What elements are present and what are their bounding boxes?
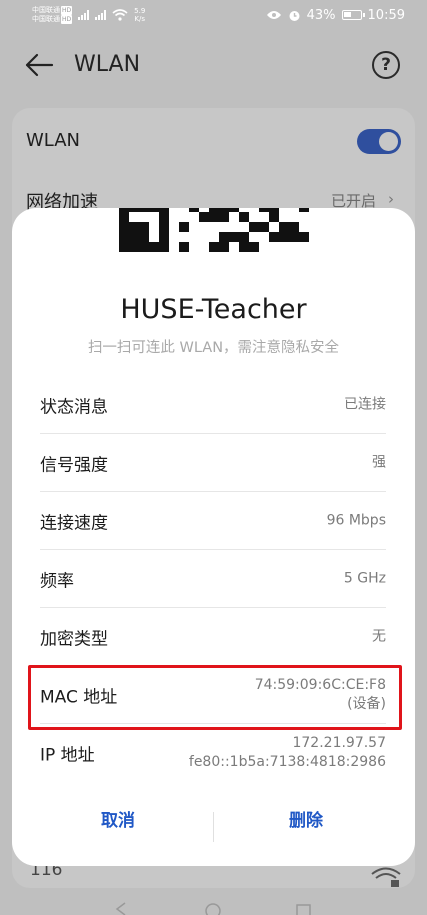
wlan-toggle[interactable] bbox=[357, 129, 401, 154]
nav-back-icon[interactable] bbox=[115, 902, 126, 915]
page-title: WLAN bbox=[74, 52, 141, 77]
battery-percent: 43% bbox=[306, 7, 336, 23]
qr-code-pattern bbox=[119, 208, 309, 252]
carrier-1: 中国联通 bbox=[32, 6, 60, 14]
chevron-right-icon: › bbox=[388, 190, 394, 208]
info-row-signal: 信号强度 强 bbox=[40, 434, 386, 492]
qr-hint: 扫一扫可连此 WLAN，需注意隐私安全 bbox=[87, 340, 340, 356]
status-left: 中国联通 HD 中国联通 HD 5.9 K/s bbox=[32, 6, 145, 24]
wifi-lock-icon bbox=[371, 867, 401, 887]
system-nav-bar bbox=[115, 902, 311, 915]
carrier-info: 中国联通 HD 中国联通 HD bbox=[32, 6, 73, 24]
ipv6-address: fe80::1b5a:7138:4818:2986 bbox=[188, 754, 386, 770]
hd-badge: HD bbox=[61, 15, 73, 24]
wifi-status-icon bbox=[112, 9, 128, 21]
signal-icon bbox=[78, 10, 90, 20]
net-speed: 5.9 K/s bbox=[134, 7, 145, 23]
cancel-button[interactable]: 取消 bbox=[38, 806, 198, 831]
help-icon[interactable]: ? bbox=[372, 51, 400, 79]
info-row-encryption: 加密类型 无 bbox=[40, 608, 386, 666]
status-right: 43% 10:59 bbox=[266, 8, 405, 23]
carrier-2: 中国联通 bbox=[32, 15, 60, 23]
signal-icon bbox=[95, 10, 107, 20]
alarm-icon bbox=[289, 10, 300, 21]
qr-code bbox=[119, 208, 309, 252]
info-value: 无 bbox=[372, 628, 386, 644]
net-speed-value: 5.9 bbox=[134, 7, 146, 15]
info-label: 加密类型 bbox=[40, 629, 108, 649]
info-value: 172.21.97.57 fe80::1b5a:7138:4818:2986 bbox=[189, 734, 386, 772]
delete-button[interactable]: 删除 bbox=[226, 806, 386, 831]
net-speed-unit: K/s bbox=[134, 15, 146, 23]
wlan-detail-dialog: HUSE-Teacher 扫一扫可连此 WLAN，需注意隐私安全 状态消息 已连… bbox=[12, 208, 415, 866]
info-value: 96 Mbps bbox=[326, 512, 386, 528]
info-row-speed: 连接速度 96 Mbps bbox=[40, 492, 386, 550]
info-row-ip: IP 地址 172.21.97.57 fe80::1b5a:7138:4818:… bbox=[40, 724, 386, 782]
back-arrow-icon[interactable] bbox=[24, 52, 54, 78]
info-label: 频率 bbox=[40, 571, 74, 591]
info-label: 连接速度 bbox=[40, 513, 108, 533]
app-bar: WLAN ? bbox=[0, 40, 427, 90]
info-label: IP 地址 bbox=[40, 745, 95, 766]
info-label: 状态消息 bbox=[40, 397, 108, 417]
info-label: 信号强度 bbox=[40, 455, 108, 475]
nav-recents-icon[interactable] bbox=[296, 904, 311, 915]
hd-badge: HD bbox=[61, 6, 73, 15]
highlight-box bbox=[28, 665, 402, 730]
eye-icon bbox=[266, 11, 281, 19]
wlan-label: WLAN bbox=[26, 130, 81, 151]
button-divider bbox=[213, 812, 214, 842]
info-value: 5 GHz bbox=[343, 570, 386, 586]
status-bar: 中国联通 HD 中国联通 HD 5.9 K/s 43% 10:59 bbox=[0, 0, 427, 30]
info-value: 已连接 bbox=[344, 396, 386, 412]
nav-home-icon[interactable] bbox=[205, 903, 221, 915]
battery-icon bbox=[341, 10, 365, 20]
network-name: HUSE-Teacher bbox=[120, 294, 307, 325]
ipv4-address: 172.21.97.57 bbox=[292, 735, 386, 751]
info-value: 强 bbox=[372, 454, 386, 470]
info-row-frequency: 频率 5 GHz bbox=[40, 550, 386, 608]
clock: 10:59 bbox=[367, 7, 405, 23]
info-row-status: 状态消息 已连接 bbox=[40, 376, 386, 434]
